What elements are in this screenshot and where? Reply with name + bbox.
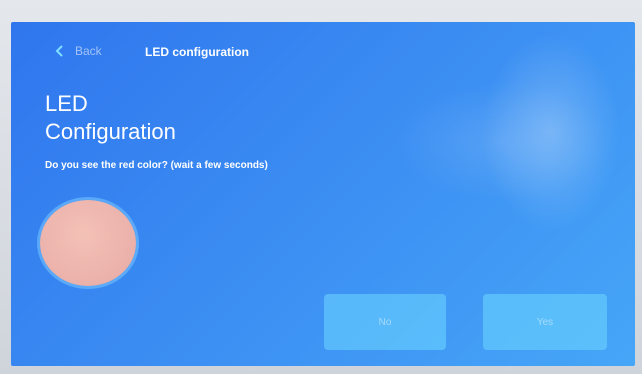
chevron-left-icon <box>55 45 63 57</box>
device-bezel: Back LED configuration LED Configuration… <box>0 0 642 374</box>
screen: Back LED configuration LED Configuration… <box>11 22 635 366</box>
no-button[interactable]: No <box>324 294 446 350</box>
color-prompt: Do you see the red color? (wait a few se… <box>45 160 268 171</box>
nav-title: LED configuration <box>145 45 249 59</box>
page-title: LED Configuration <box>45 90 176 146</box>
top-bar: Back LED configuration <box>11 40 635 64</box>
screen-glare <box>391 82 611 202</box>
page-title-line2: Configuration <box>45 119 176 144</box>
back-label: Back <box>75 44 102 58</box>
yes-button[interactable]: Yes <box>483 294 607 350</box>
page-title-line1: LED <box>45 91 88 116</box>
led-color-swatch <box>40 200 136 286</box>
back-button[interactable]: Back <box>55 44 102 58</box>
